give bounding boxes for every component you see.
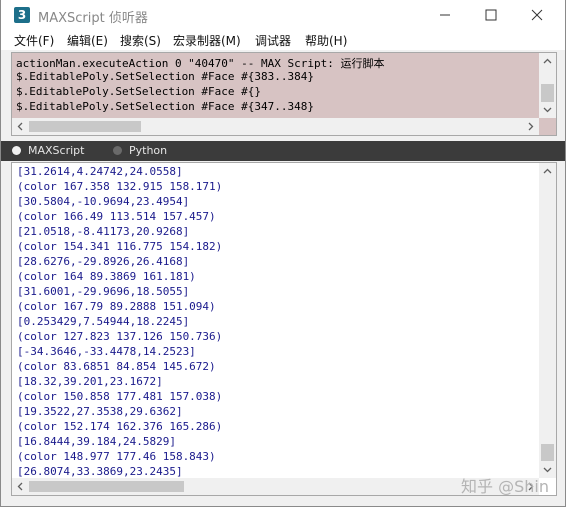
output-line: (color 150.858 177.481 157.038) xyxy=(17,390,223,403)
watermark: 知乎 @Shin xyxy=(461,477,549,496)
chevron-down-icon xyxy=(543,107,552,113)
output-line: [-34.3646,-33.4478,14.2523] xyxy=(17,345,196,358)
output-line: [18.32,39.201,23.1672] xyxy=(17,375,163,388)
maxscript-radio[interactable] xyxy=(12,146,21,155)
output-line: (color 166.49 113.514 157.457) xyxy=(17,210,216,223)
macro-line: $.EditablePoly.SetSelection #Face #{383.… xyxy=(16,70,315,83)
menu-file[interactable]: 文件(F) xyxy=(14,32,54,49)
language-bar: MAXScript Python xyxy=(1,141,565,161)
scroll-right-arrow[interactable] xyxy=(522,118,539,135)
menu-bar: 文件(F) 编辑(E) 搜索(S) 宏录制器(M) 调试器 帮助(H) xyxy=(1,30,565,50)
minimize-icon xyxy=(440,14,450,16)
chevron-up-icon xyxy=(543,58,552,64)
scroll-left-arrow[interactable] xyxy=(12,478,29,495)
chevron-left-icon xyxy=(17,482,23,491)
scroll-thumb[interactable] xyxy=(541,84,554,102)
output-line: (color 148.977 177.46 158.843) xyxy=(17,450,216,463)
minimize-button[interactable] xyxy=(422,0,468,30)
scroll-up-arrow[interactable] xyxy=(539,53,556,70)
macro-recorder-pane[interactable]: actionMan.executeAction 0 "40470" -- MAX… xyxy=(11,52,557,136)
scroll-thumb[interactable] xyxy=(29,121,141,132)
menu-debugger[interactable]: 调试器 xyxy=(255,32,291,49)
output-vertical-scrollbar[interactable] xyxy=(539,163,556,478)
close-icon xyxy=(531,9,543,21)
macro-line: actionMan.executeAction 0 "40470" -- MAX… xyxy=(16,57,385,70)
output-line: [28.6276,-29.8926,26.4168] xyxy=(17,255,190,268)
output-line: [0.253429,7.54944,18.2245] xyxy=(17,315,190,328)
scroll-thumb[interactable] xyxy=(29,481,184,492)
output-line: (color 127.823 137.126 150.736) xyxy=(17,330,223,343)
python-label[interactable]: Python xyxy=(129,144,167,157)
scroll-thumb[interactable] xyxy=(541,444,554,461)
scroll-up-arrow[interactable] xyxy=(539,163,556,180)
output-line: [31.6001,-29.9696,18.5055] xyxy=(17,285,190,298)
python-radio[interactable] xyxy=(113,146,122,155)
scroll-down-arrow[interactable] xyxy=(539,101,556,118)
window-title: MAXScript 侦听器 xyxy=(38,11,148,26)
output-line: (color 167.79 89.2888 151.094) xyxy=(17,300,216,313)
3dsmax-app-icon: 3 xyxy=(14,7,30,23)
maxscript-listener-window: 3 MAXScript 侦听器 文件(F) 编辑(E) 搜索(S) 宏录制器(M… xyxy=(0,0,566,507)
macro-vertical-scrollbar[interactable] xyxy=(539,53,556,118)
output-line: [30.5804,-10.9694,23.4954] xyxy=(17,195,190,208)
output-line: (color 83.6851 84.854 145.672) xyxy=(17,360,216,373)
chevron-left-icon xyxy=(17,122,23,131)
maximize-button[interactable] xyxy=(468,0,514,30)
scroll-left-arrow[interactable] xyxy=(12,118,29,135)
menu-macro-recorder[interactable]: 宏录制器(M) xyxy=(173,32,241,49)
chevron-right-icon xyxy=(528,122,534,131)
output-line: [19.3522,27.3538,29.6362] xyxy=(17,405,183,418)
close-button[interactable] xyxy=(514,0,560,30)
macro-horizontal-scrollbar[interactable] xyxy=(12,118,539,135)
output-line: [16.8444,39.184,24.5829] xyxy=(17,435,176,448)
output-line: (color 154.341 116.775 154.182) xyxy=(17,240,223,253)
menu-search[interactable]: 搜索(S) xyxy=(120,32,161,49)
maximize-icon xyxy=(485,9,497,21)
chevron-up-icon xyxy=(543,168,552,174)
output-line: (color 164 89.3869 161.181) xyxy=(17,270,196,283)
title-bar[interactable]: 3 MAXScript 侦听器 xyxy=(1,0,565,30)
menu-help[interactable]: 帮助(H) xyxy=(305,32,347,49)
output-line: (color 167.358 132.915 158.171) xyxy=(17,180,223,193)
maxscript-label[interactable]: MAXScript xyxy=(28,144,84,157)
output-line: [26.8074,33.3869,23.2435] xyxy=(17,465,183,478)
macro-line: $.EditablePoly.SetSelection #Face #{} xyxy=(16,85,262,98)
macro-line: $.EditablePoly.SetSelection #Face #{347.… xyxy=(16,100,315,113)
menu-edit[interactable]: 编辑(E) xyxy=(67,32,108,49)
output-line: [31.2614,4.24742,24.0558] xyxy=(17,165,183,178)
output-line: [21.0518,-8.41173,20.9268] xyxy=(17,225,190,238)
output-line: (color 152.174 162.376 165.286) xyxy=(17,420,223,433)
listener-output-pane[interactable]: [31.2614,4.24742,24.0558] (color 167.358… xyxy=(11,162,557,496)
output-horizontal-scrollbar[interactable] xyxy=(12,478,539,495)
